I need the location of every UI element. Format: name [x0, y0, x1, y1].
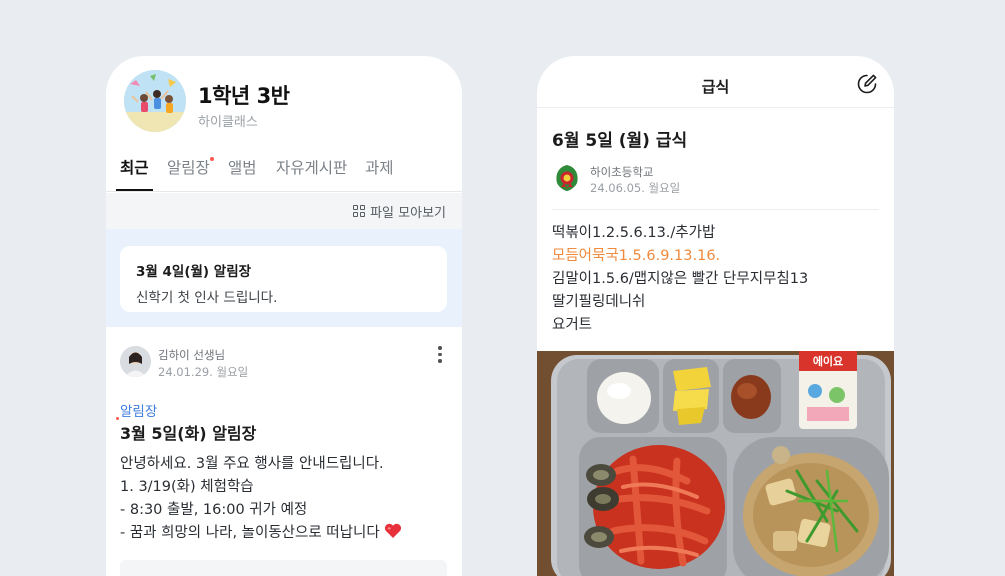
drink-box-label: 에이요 [813, 354, 843, 368]
post-date: 24.01.29. 월요일 [158, 365, 249, 379]
tab-assignment[interactable]: 과제 [365, 156, 394, 178]
page-title: 급식 [701, 78, 730, 96]
post-body: 안녕하세요. 3월 주요 행사를 안내드립니다. 1. 3/19(화) 체험학습… [120, 453, 402, 545]
heart-icon [385, 523, 402, 538]
meal-header: 급식 [537, 56, 894, 108]
school-emblem-icon [556, 165, 578, 191]
meal-title: 6월 5일 (월) 급식 [552, 131, 688, 151]
tab-album[interactable]: 앨범 [228, 156, 257, 178]
post-category[interactable]: 알림장 [120, 400, 157, 420]
feed-post: 김하이 선생님 24.01.29. 월요일 알림장 3월 5일(화) 알림장 안… [106, 328, 462, 576]
post-line: - 8:30 출발, 16:00 귀가 예정 [120, 502, 308, 518]
edit-icon[interactable] [856, 73, 878, 95]
author-avatar[interactable] [120, 346, 151, 377]
class-tabs: 최근 알림장 앨범 자유게시판 과제 [106, 152, 462, 192]
file-bar: 파일 모아보기 [106, 193, 462, 229]
tab-free-board[interactable]: 자유게시판 [276, 156, 347, 178]
file-collection-button[interactable]: 파일 모아보기 [353, 202, 446, 221]
app-name: 하이클래스 [198, 115, 258, 130]
notice-title: 3월 4일(월) 알림장 [136, 264, 252, 280]
pinned-notice-card[interactable]: 3월 4일(월) 알림장 신학기 첫 인사 드립니다. [120, 246, 447, 312]
menu-item: 떡볶이1.2.5.6.13./추가밥 [552, 225, 716, 241]
class-avatar[interactable] [124, 70, 186, 132]
menu-item: 요거트 [552, 317, 593, 333]
tab-recent[interactable]: 최근 [120, 156, 149, 178]
tab-notice[interactable]: 알림장 [167, 156, 210, 178]
post-line: 1. 3/19(화) 체험학습 [120, 479, 254, 495]
post-title[interactable]: 3월 5일(화) 알림장 [120, 420, 256, 444]
divider [552, 209, 879, 210]
post-attachment[interactable] [120, 560, 447, 576]
notice-body: 신학기 첫 인사 드립니다. [136, 290, 278, 306]
grid-icon [353, 205, 366, 218]
class-name: 1학년 3반 [198, 84, 290, 108]
post-line: - 꿈과 희망의 나라, 놀이동산으로 떠납니다 [120, 525, 380, 541]
post-line: 안녕하세요. 3월 주요 행사를 안내드립니다. [120, 456, 384, 472]
post-line-with-emoji: - 꿈과 희망의 나라, 놀이동산으로 떠납니다 [120, 522, 402, 545]
class-header: 1학년 3반 하이클래스 [124, 70, 444, 134]
menu-item-highlighted: 모듬어묵국1.5.6.9.13.16. [552, 248, 721, 264]
unread-dot-icon [116, 417, 119, 420]
school-name: 하이초등학교 [590, 165, 654, 179]
more-options-icon[interactable] [438, 346, 442, 364]
active-tab-indicator [116, 189, 153, 191]
menu-item: 김말이1.5.6/맵지않은 빨간 단무지무침13 [552, 271, 809, 287]
file-collection-label: 파일 모아보기 [370, 206, 446, 221]
meal-date: 24.06.05. 월요일 [590, 181, 681, 195]
pinned-notice-area: 3월 4일(월) 알림장 신학기 첫 인사 드립니다. [106, 229, 462, 327]
meal-photo[interactable]: 에이요 [537, 351, 894, 576]
meal-screen: 급식 6월 5일 (월) 급식 하이초등학교 24.06.05. 월요일 떡볶이… [537, 56, 894, 576]
menu-item: 딸기필링데니쉬 [552, 294, 646, 310]
kids-illustration-icon [124, 70, 186, 132]
class-feed-screen: 1학년 3반 하이클래스 최근 알림장 앨범 자유게시판 과제 파일 모아보기 … [106, 56, 462, 576]
author-name: 김하이 선생님 [158, 348, 226, 362]
menu-list: 떡볶이1.2.5.6.13./추가밥 모듬어묵국1.5.6.9.13.16. 김… [552, 222, 808, 337]
new-dot-icon [210, 157, 214, 161]
